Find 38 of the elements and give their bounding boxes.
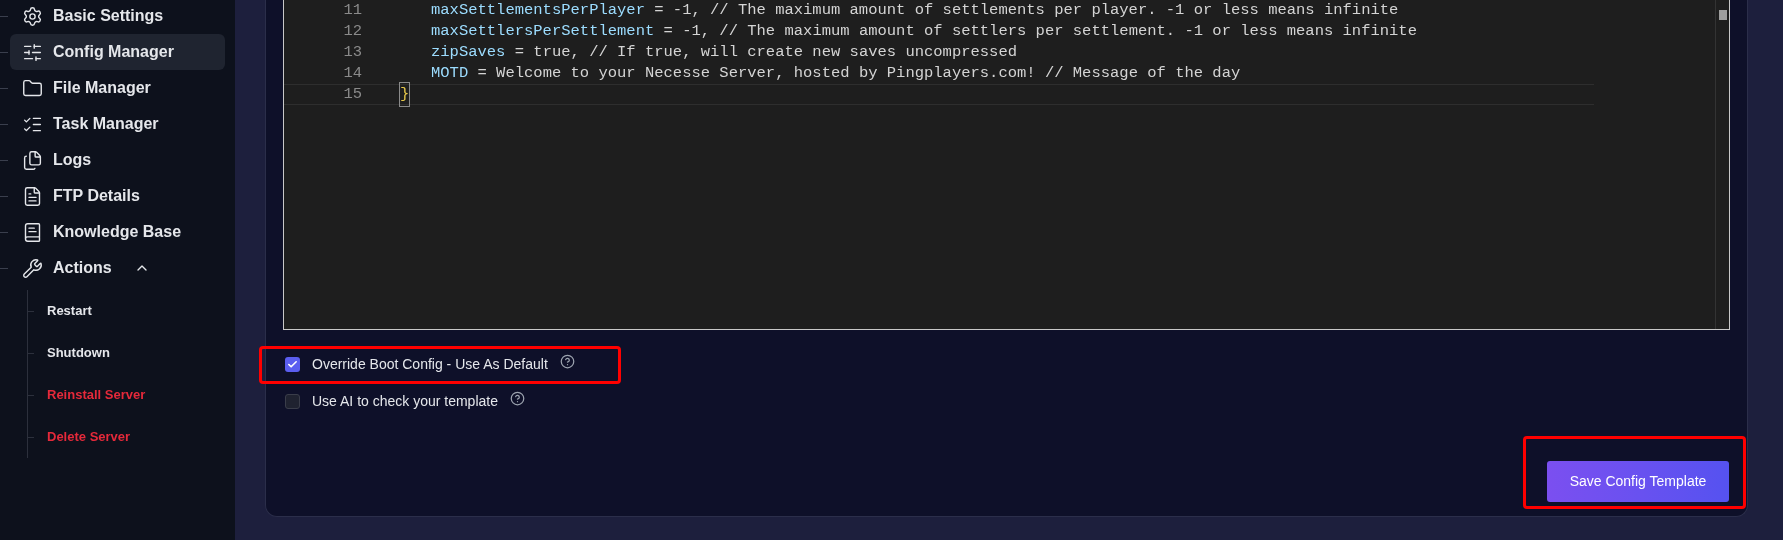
code-line: maxSettlementsPerPlayer = -1, // The maximum amount of settlements per player. -1 or less means infinite [430, 0, 1399, 21]
gear-icon [22, 5, 43, 27]
line-number: 13 [342, 41, 363, 63]
wrench-icon [22, 257, 43, 279]
book-icon [22, 221, 43, 243]
checkbox-label: Use AI to check your template [312, 391, 498, 411]
checkbox-label: Override Boot Config - Use As Default [312, 354, 548, 374]
sidebar-item[interactable]: Actions [10, 250, 225, 286]
sidebar-item[interactable]: FTP Details [10, 178, 225, 214]
action-link[interactable]: Reinstall Server [47, 385, 146, 405]
checkbox[interactable] [285, 356, 300, 372]
sidebar-item[interactable]: Logs [10, 142, 225, 178]
help-icon[interactable] [510, 390, 525, 406]
line-number: 14 [342, 62, 363, 84]
sidebar-item[interactable]: Knowledge Base [10, 214, 225, 250]
code-line: MOTD = Welcome to your Necesse Server, hosted by Pingplayers.com! // Message of the day [430, 62, 1241, 84]
action-link[interactable]: Delete Server [47, 427, 131, 447]
documents-icon [22, 149, 43, 171]
line-number: 15 [342, 83, 363, 105]
action-link[interactable]: Restart [47, 301, 92, 321]
help-icon[interactable] [559, 353, 575, 369]
sidebar-item[interactable]: Task Manager [10, 106, 225, 142]
sidebar-item[interactable]: File Manager [10, 70, 225, 106]
folder-icon [22, 77, 43, 99]
document-icon [22, 185, 43, 207]
sidebar-item[interactable]: Basic Settings [10, 0, 225, 34]
closing-brace: } [400, 82, 410, 107]
code-editor[interactable] [283, 0, 1730, 330]
line-number: 12 [342, 20, 363, 42]
action-link[interactable]: Shutdown [47, 343, 110, 363]
code-line: zipSaves = true, // If true, will create new saves uncompressed [430, 41, 1017, 63]
line-number: 11 [342, 0, 363, 21]
code-line: maxSettlersPerSettlement = -1, // The maximum amount of settlers per settlement. -1 or less means infinite [430, 20, 1417, 42]
check-icon [287, 358, 298, 370]
sidebar-item[interactable]: Config Manager [10, 34, 225, 70]
checkbox[interactable] [285, 393, 300, 409]
save-button[interactable]: Save Config Template [1547, 461, 1729, 502]
sliders-icon [22, 41, 43, 63]
